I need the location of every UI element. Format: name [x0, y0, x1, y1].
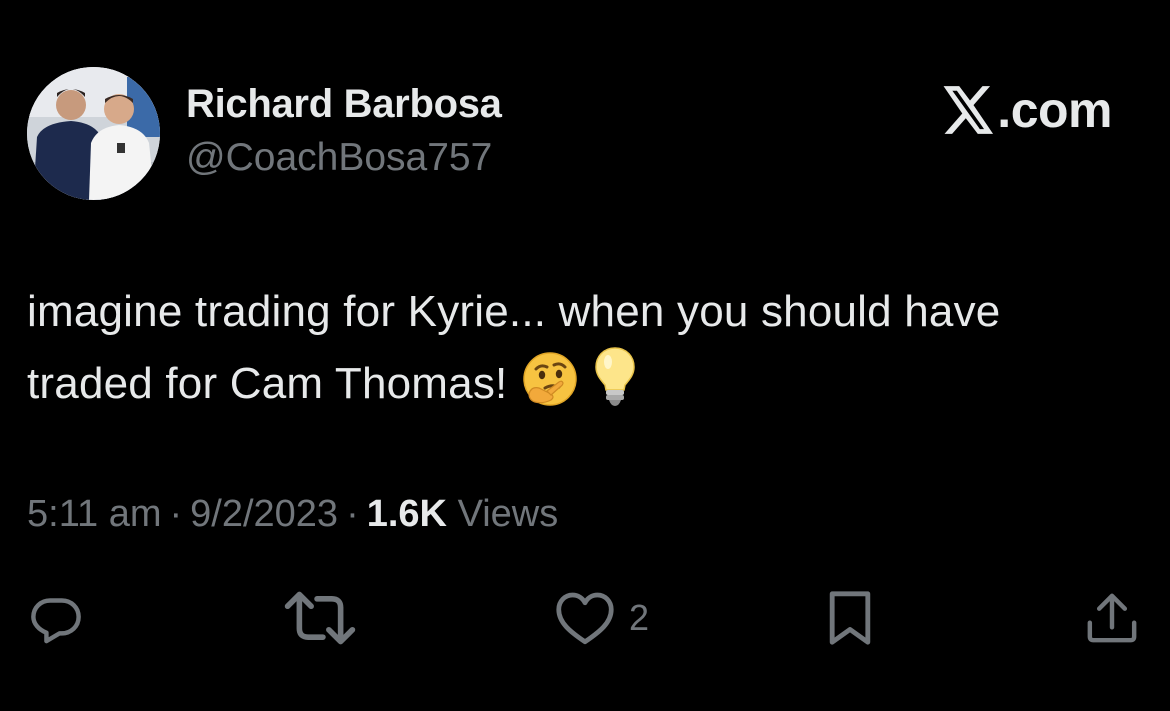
reply-icon [31, 598, 81, 644]
tweet-text-line-1: imagine trading for Kyrie... when you sh… [27, 287, 1001, 336]
bookmark-button[interactable] [824, 590, 876, 646]
tweet-time[interactable]: 5:11 am [27, 493, 161, 535]
like-icon [556, 592, 614, 645]
author-display-name[interactable]: Richard Barbosa [186, 82, 502, 127]
like-count: 2 [629, 597, 650, 638]
avatar-photo [27, 67, 160, 200]
tweet-text: imagine trading for Kyrie... when you sh… [27, 278, 1147, 428]
meta-separator: · [346, 493, 359, 535]
share-button[interactable] [1084, 590, 1140, 646]
reply-button[interactable] [27, 590, 85, 646]
author-handle[interactable]: @CoachBosa757 [186, 136, 492, 180]
views-count: 1.6K [366, 493, 447, 535]
avatar[interactable] [27, 67, 160, 200]
like-button[interactable]: 2 [555, 590, 649, 646]
share-icon [1087, 593, 1137, 643]
tweet-text-line-2-content: traded for Cam Thomas! [27, 359, 508, 408]
tweet-text-line-2: traded for Cam Thomas! [27, 346, 1147, 428]
bookmark-icon [829, 591, 871, 645]
retweet-icon [284, 591, 356, 645]
x-logo-icon [943, 86, 994, 134]
site-logo-suffix: .com [997, 82, 1112, 138]
meta-separator: · [169, 493, 183, 535]
site-logo: .com [943, 80, 1112, 140]
views-label: Views [457, 493, 559, 535]
light-bulb-emoji [593, 346, 637, 428]
tweet-date[interactable]: 9/2/2023 [190, 493, 338, 535]
retweet-button[interactable] [284, 590, 356, 646]
tweet-meta: 5:11 am · 9/2/2023 · 1.6K Views [27, 493, 558, 536]
thinking-face-emoji [521, 350, 579, 428]
